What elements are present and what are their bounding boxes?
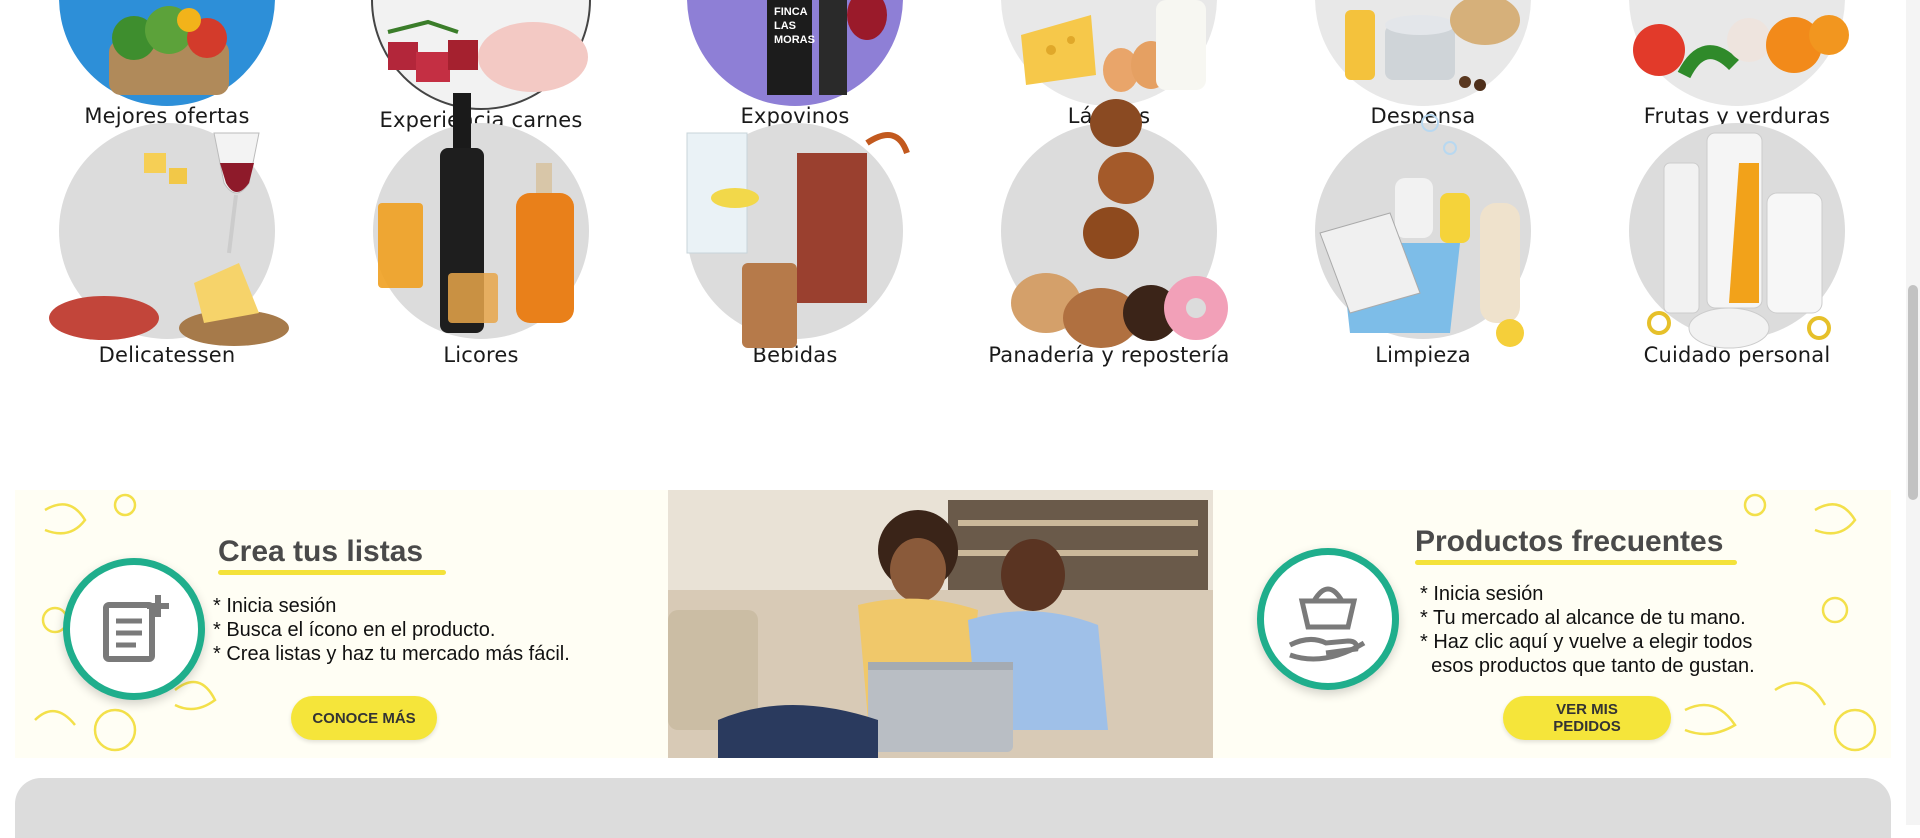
create-lists-bullets: * Inicia sesión * Busca el ícono en el p… bbox=[213, 594, 570, 666]
deli-cheese-wine-icon bbox=[49, 123, 289, 346]
category-bebidas[interactable]: Bebidas bbox=[645, 123, 945, 367]
bullet-item: * Haz clic aquí y vuelve a elegir todos bbox=[1420, 631, 1753, 653]
conoce-mas-button[interactable]: CONOCE MÁS bbox=[291, 696, 437, 740]
category-mejores-ofertas[interactable]: Mejores ofertas bbox=[17, 0, 317, 128]
svg-text:FINCA: FINCA bbox=[774, 6, 808, 18]
list-add-icon bbox=[63, 558, 205, 700]
wine-bottle-icon: FINCA LAS MORAS bbox=[687, 0, 903, 106]
promo-banner: Crea tus listas * Inicia sesión * Busca … bbox=[15, 490, 1891, 758]
category-delicatessen[interactable]: Delicatessen bbox=[17, 123, 317, 367]
create-lists-title: Crea tus listas bbox=[218, 535, 424, 568]
liquor-bottles-icon bbox=[373, 93, 589, 339]
category-panaderia-reposteria[interactable]: Panadería y repostería bbox=[959, 99, 1259, 367]
vegetables-basket-icon bbox=[59, 0, 275, 106]
frequent-products-panel: Productos frecuentes * Inicia sesión * T… bbox=[1215, 490, 1891, 758]
scrollbar-thumb[interactable] bbox=[1908, 285, 1918, 500]
bullet-item: esos productos que tanto de gustan. bbox=[1420, 655, 1755, 677]
personal-care-bottles-icon bbox=[1629, 123, 1845, 349]
category-limpieza[interactable]: Limpieza bbox=[1273, 114, 1573, 367]
couple-shopping-laptop-image bbox=[668, 490, 1213, 758]
category-frutas-verduras[interactable]: Frutas y verduras bbox=[1587, 0, 1887, 128]
pantry-can-icon bbox=[1315, 0, 1531, 106]
category-expovinos[interactable]: FINCA LAS MORAS Expovinos bbox=[645, 0, 945, 128]
fruits-icon bbox=[1629, 0, 1849, 106]
bullet-item: * Crea listas y haz tu mercado más fácil… bbox=[213, 643, 570, 665]
bullet-item: * Busca el ícono en el producto. bbox=[213, 619, 496, 641]
frequent-products-bullets: * Inicia sesión * Tu mercado al alcance … bbox=[1420, 582, 1755, 678]
category-licores[interactable]: Licores bbox=[331, 93, 631, 367]
bullet-item: * Inicia sesión bbox=[213, 595, 337, 617]
create-lists-panel: Crea tus listas * Inicia sesión * Busca … bbox=[15, 490, 665, 758]
bullet-item: * Inicia sesión bbox=[1420, 583, 1544, 605]
frequent-products-title: Productos frecuentes bbox=[1415, 525, 1724, 558]
category-cuidado-personal[interactable]: Cuidado personal bbox=[1587, 123, 1887, 367]
drinks-glasses-icon bbox=[686, 123, 910, 348]
page-scrollbar[interactable] bbox=[1906, 0, 1920, 825]
cheese-eggs-milk-icon bbox=[1001, 0, 1217, 106]
svg-text:MORAS: MORAS bbox=[774, 34, 815, 46]
title-underline bbox=[1415, 560, 1737, 565]
ver-mis-pedidos-button[interactable]: VER MIS PEDIDOS bbox=[1503, 696, 1671, 740]
basket-hand-icon bbox=[1257, 548, 1399, 690]
footer-section-top bbox=[15, 778, 1891, 838]
cleaning-bucket-icon bbox=[1315, 114, 1531, 347]
bullet-item: * Tu mercado al alcance de tu mano. bbox=[1420, 607, 1746, 629]
bread-donuts-icon bbox=[1001, 99, 1228, 348]
title-underline bbox=[218, 570, 446, 575]
svg-text:LAS: LAS bbox=[774, 20, 796, 32]
